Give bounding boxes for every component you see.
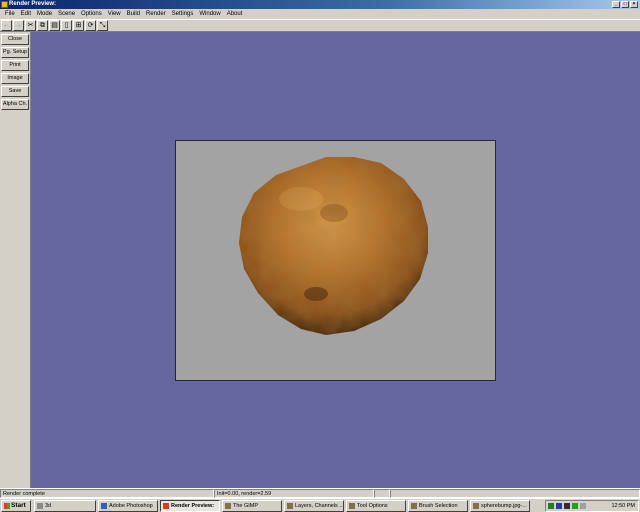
start-label: Start — [11, 501, 26, 509]
network-icon[interactable] — [548, 503, 554, 509]
status-pane-extra — [390, 489, 640, 498]
menu-options[interactable]: Options — [78, 9, 105, 19]
menu-mode[interactable]: Mode — [34, 9, 55, 19]
taskbar-item-gimp[interactable]: The GIMP — [222, 499, 282, 512]
antivirus-icon[interactable] — [572, 503, 578, 509]
task-label: The GIMP — [233, 502, 259, 509]
taskbar-item-layers[interactable]: Layers, Channels ... — [284, 499, 344, 512]
close-button[interactable]: × — [630, 1, 638, 8]
rendered-sphere — [239, 157, 428, 335]
image-button[interactable]: Image — [1, 73, 29, 84]
rotate-icon[interactable]: ⟳ — [85, 20, 96, 31]
task-label: Brush Selection — [419, 502, 458, 509]
taskbar-item-render-preview[interactable]: Render Preview: — [160, 499, 220, 512]
windows-flag-icon — [4, 502, 10, 509]
taskbar-item-3d[interactable]: 3d — [34, 499, 96, 512]
window-title-bar[interactable]: Render Preview: _ □ × — [0, 0, 640, 9]
task-label: Adobe Photoshop — [109, 502, 153, 509]
taskbar-item-spherebump[interactable]: spherebump.jpg-... — [470, 499, 530, 512]
volume-icon[interactable] — [580, 503, 586, 509]
app-3d-icon — [37, 502, 43, 509]
gimp-icon — [225, 502, 231, 509]
menu-scene[interactable]: Scene — [55, 9, 78, 19]
gimp-icon — [287, 502, 293, 509]
menu-about[interactable]: About — [224, 9, 246, 19]
taskbar: Start 3d Adobe Photoshop Render Preview:… — [0, 498, 640, 512]
app-icon — [1, 1, 8, 8]
menu-build[interactable]: Build — [124, 9, 143, 19]
window-title: Render Preview: — [9, 1, 57, 7]
status-pane — [374, 489, 390, 498]
menu-edit[interactable]: Edit — [18, 9, 34, 19]
menu-file[interactable]: File — [2, 9, 18, 19]
workspace — [31, 32, 640, 488]
render-canvas[interactable] — [175, 140, 496, 381]
paste-icon[interactable]: ▤ — [49, 20, 60, 31]
cut-icon[interactable]: ✂ — [25, 20, 36, 31]
task-label: 3d — [45, 502, 52, 509]
gimp-icon — [349, 502, 355, 509]
render-timing: Init=0.00, render=2.59 — [214, 489, 374, 498]
minimize-button[interactable]: _ — [612, 1, 620, 8]
taskbar-item-brush-selection[interactable]: Brush Selection — [408, 499, 468, 512]
taskbar-item-photoshop[interactable]: Adobe Photoshop — [98, 499, 158, 512]
clock[interactable]: 12:50 PM — [611, 503, 638, 509]
save-button[interactable]: Save — [1, 86, 29, 97]
render-icon — [163, 502, 169, 509]
menu-view[interactable]: View — [105, 9, 124, 19]
menu-bar: File Edit Mode Scene Options View Build … — [0, 9, 640, 19]
system-tray: 12:50 PM — [545, 500, 639, 512]
sidebar: Close Pg. Setup Print Image Save Alpha C… — [0, 32, 31, 488]
gimp-icon — [411, 502, 417, 509]
redo-icon[interactable]: → — [13, 20, 24, 31]
photoshop-icon — [101, 502, 107, 509]
print-button[interactable]: Print — [1, 60, 29, 71]
gimp-icon — [473, 502, 479, 509]
status-message: Render complete — [0, 489, 214, 498]
page-setup-button[interactable]: Pg. Setup — [1, 47, 29, 58]
copy-icon[interactable]: ⧉ — [37, 20, 48, 31]
undo-icon[interactable]: ← — [1, 20, 12, 31]
taskbar-item-tool-options[interactable]: Tool Options — [346, 499, 406, 512]
new-document-icon[interactable]: ▯ — [61, 20, 72, 31]
alpha-channel-button[interactable]: Alpha Ch. — [1, 99, 29, 110]
task-label: Layers, Channels ... — [295, 502, 344, 509]
menu-settings[interactable]: Settings — [169, 9, 197, 19]
menu-render[interactable]: Render — [143, 9, 169, 19]
start-button[interactable]: Start — [1, 499, 31, 512]
status-bar: Render complete Init=0.00, render=2.59 — [0, 488, 640, 498]
menu-window[interactable]: Window — [196, 9, 223, 19]
task-label: spherebump.jpg-... — [481, 502, 527, 509]
move-icon[interactable]: ⤡ — [97, 20, 108, 31]
task-label: Render Preview: — [171, 502, 215, 509]
monitor-icon[interactable] — [556, 503, 562, 509]
display-icon[interactable] — [564, 503, 570, 509]
grid-icon[interactable]: ⊞ — [73, 20, 84, 31]
close-preview-button[interactable]: Close — [1, 34, 29, 45]
maximize-button[interactable]: □ — [621, 1, 629, 8]
toolbar: ← → ✂ ⧉ ▤ ▯ ⊞ ⟳ ⤡ — [0, 19, 640, 32]
task-label: Tool Options — [357, 502, 388, 509]
